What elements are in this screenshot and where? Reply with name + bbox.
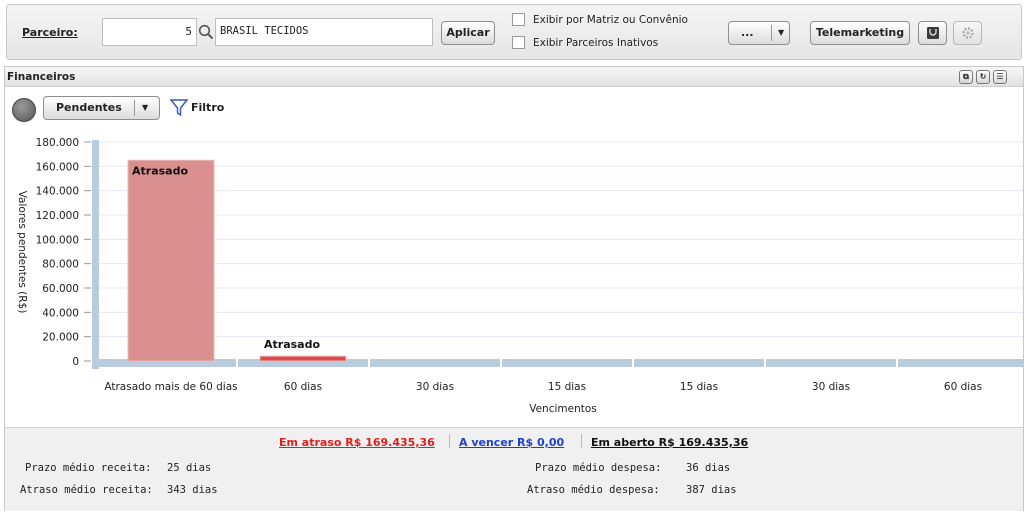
y-tick-label: 140.000 bbox=[36, 186, 79, 198]
y-tick-label: 20.000 bbox=[42, 332, 79, 344]
copy-icon[interactable]: ⧉ bbox=[959, 70, 973, 84]
matriz-checkbox-row[interactable]: Exibir por Matriz ou Convênio bbox=[512, 13, 688, 26]
inativos-checkbox[interactable] bbox=[512, 36, 525, 49]
more-actions-button[interactable]: ... ▼ bbox=[728, 21, 790, 45]
y-tick-label: 160.000 bbox=[36, 161, 79, 173]
bar-0 bbox=[127, 159, 215, 362]
y-axis-label: Valores pendentes (R$) bbox=[16, 191, 28, 314]
filter-label[interactable]: Filtro bbox=[191, 101, 224, 114]
summary-footer: Em atraso R$ 169.435,36 A vencer R$ 0,00… bbox=[5, 427, 1023, 511]
status-filter-divider bbox=[134, 100, 135, 116]
matriz-checkbox-label: Exibir por Matriz ou Convênio bbox=[533, 13, 688, 26]
summary-divider bbox=[581, 434, 582, 448]
y-tick-label: 60.000 bbox=[42, 283, 79, 295]
y-tick-label: 120.000 bbox=[36, 210, 79, 222]
y-tick-label: 0 bbox=[72, 356, 79, 368]
x-tick-label: 30 dias bbox=[812, 381, 850, 393]
prazo-receita-label: Prazo médio receita: bbox=[25, 462, 152, 474]
y-tick-label: 40.000 bbox=[42, 307, 79, 319]
summary-vencer-link[interactable]: A vencer R$ 0,00 bbox=[459, 436, 564, 449]
x-tick-label: 60 dias bbox=[944, 381, 982, 393]
search-icon[interactable] bbox=[198, 24, 214, 40]
status-filter-select[interactable]: Pendentes ▼ bbox=[43, 96, 160, 120]
atraso-despesa-value: 387 dias bbox=[686, 484, 737, 496]
matriz-checkbox[interactable] bbox=[512, 13, 525, 26]
summary-atraso-link[interactable]: Em atraso R$ 169.435,36 bbox=[279, 436, 435, 449]
prazo-despesa-label: Prazo médio despesa: bbox=[535, 462, 662, 474]
summary-aberto-link[interactable]: Em aberto R$ 169.435,36 bbox=[591, 436, 748, 449]
parceiro-toolbar: Parceiro: 5 BRASIL TECIDOS Aplicar Exibi… bbox=[6, 4, 1022, 60]
financeiros-panel: Financeiros ⧉ ↻ ☰ Pendentes ▼ Filtro 0 20… bbox=[4, 66, 1024, 511]
inativos-checkbox-row[interactable]: Exibir Parceiros Inativos bbox=[512, 36, 658, 49]
parceiro-name-input[interactable]: BRASIL TECIDOS bbox=[215, 18, 433, 46]
prazo-despesa-value: 36 dias bbox=[686, 462, 731, 474]
list-icon[interactable]: ☰ bbox=[993, 70, 1007, 84]
gear-icon bbox=[961, 27, 974, 39]
refresh-icon[interactable]: ↻ bbox=[976, 70, 990, 84]
y-tick-label: 180.000 bbox=[36, 137, 79, 149]
atraso-despesa-label: Atraso médio despesa: bbox=[527, 484, 660, 496]
atraso-receita-label: Atraso médio receita: bbox=[20, 484, 153, 496]
shopping-bag-button[interactable] bbox=[918, 21, 947, 45]
panel-title: Financeiros bbox=[7, 71, 76, 83]
x-tick-label: Atrasado mais de 60 dias bbox=[104, 381, 237, 393]
y-tick-label: 80.000 bbox=[42, 259, 79, 271]
globe-icon[interactable] bbox=[12, 98, 36, 122]
chevron-down-icon[interactable]: ▼ bbox=[142, 97, 148, 119]
inativos-checkbox-label: Exibir Parceiros Inativos bbox=[533, 36, 659, 49]
summary-divider bbox=[449, 434, 450, 448]
shopping-bag-icon bbox=[926, 27, 939, 39]
parceiro-code-input[interactable]: 5 bbox=[102, 18, 197, 46]
y-axis-band bbox=[92, 140, 99, 369]
atraso-receita-value: 343 dias bbox=[167, 484, 218, 496]
funnel-icon[interactable] bbox=[169, 98, 189, 118]
settings-button[interactable] bbox=[953, 21, 982, 45]
aplicar-button[interactable]: Aplicar bbox=[441, 21, 495, 45]
y-tick-label: 100.000 bbox=[36, 234, 79, 246]
parceiro-label[interactable]: Parceiro: bbox=[22, 26, 78, 39]
x-tick-label: 15 dias bbox=[680, 381, 718, 393]
bar-1 bbox=[259, 355, 347, 362]
status-filter-value: Pendentes bbox=[56, 101, 122, 114]
more-actions-label: ... bbox=[741, 26, 754, 39]
x-tick-label: 30 dias bbox=[416, 381, 454, 393]
x-axis-label: Vencimentos bbox=[529, 403, 597, 415]
more-actions-divider bbox=[771, 25, 772, 41]
pending-values-chart: 0 20.000 40.000 60.000 80.000 100.000 120.000 1… bbox=[16, 137, 1023, 415]
bar-label: Atrasado bbox=[132, 164, 188, 177]
x-tick-label: 15 dias bbox=[548, 381, 586, 393]
prazo-receita-value: 25 dias bbox=[167, 462, 212, 474]
telemarketing-button[interactable]: Telemarketing bbox=[810, 21, 910, 45]
panel-header: Financeiros ⧉ ↻ ☰ bbox=[5, 67, 1023, 87]
bar-label: Atrasado bbox=[264, 338, 320, 351]
x-tick-label: 60 dias bbox=[284, 381, 322, 393]
chevron-down-icon[interactable]: ▼ bbox=[778, 22, 784, 44]
